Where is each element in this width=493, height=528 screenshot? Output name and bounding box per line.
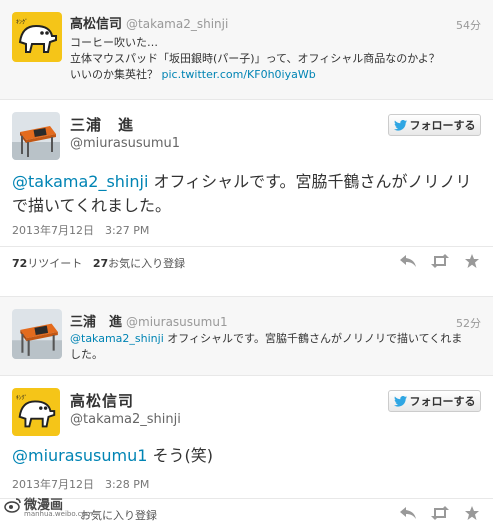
tweet-a-line-3: いいのか集英社？ pic.twitter.com/KF0h0iyaWb	[70, 67, 453, 83]
follow-button-label: フォローする	[409, 119, 476, 132]
tweet-b-actions	[399, 253, 481, 268]
tweet-a-pic-link[interactable]: pic.twitter.com/KF0h0iyaWb	[162, 68, 316, 81]
svg-text:ｷﾝｸﾞ: ｷﾝｸﾞ	[16, 19, 28, 26]
svg-text:ｷﾝｸﾞ: ｷﾝｸﾞ	[16, 395, 28, 402]
favorite-icon[interactable]	[463, 253, 481, 268]
avatar-takama2[interactable]: ｷﾝｸﾞ	[12, 12, 62, 62]
tweet-b-stats: 72リツイート 27お気に入り登録	[0, 246, 493, 282]
tweet-a-handle[interactable]: @takama2_shinji	[126, 17, 228, 31]
favorite-label: お気に入り登録	[108, 257, 186, 270]
watermark-url: manhua.weibo.com	[24, 510, 93, 518]
weibo-icon	[4, 496, 22, 514]
avatar-miurasusumu1[interactable]	[12, 112, 60, 160]
avatar-takama2-large[interactable]: ｷﾝｸﾞ	[12, 388, 60, 436]
tweet-d-text: @miurasusumu1 そう(笑)	[12, 444, 479, 468]
tweet-b-date[interactable]: 2013年7月12日 3:27 PM	[12, 222, 149, 238]
twitter-bird-icon	[393, 119, 407, 131]
tweet-a-line-3-text: いいのか集英社？	[70, 68, 158, 81]
tweet-c-time[interactable]: 52分	[456, 315, 481, 331]
tweet-a-time[interactable]: 54分	[456, 17, 481, 33]
retweet-icon[interactable]	[431, 253, 449, 268]
tweet-b-counts: 72リツイート 27お気に入り登録	[12, 255, 185, 271]
retweet-icon[interactable]	[431, 505, 449, 520]
tweet-c-name[interactable]: 三浦 進	[70, 315, 122, 330]
retweet-label: リツイート	[27, 257, 83, 270]
favorite-icon[interactable]	[463, 505, 481, 520]
tweet-takama2-compact: ｷﾝｸﾞ 高松信司 @takama2_shinji 54分 コーヒー吹いた… 立体…	[0, 0, 493, 100]
reply-icon[interactable]	[399, 253, 417, 267]
follow-button-takama2[interactable]: フォローする	[388, 390, 481, 412]
tweet-c-mention[interactable]: @takama2_shinji	[70, 332, 164, 345]
tweet-b-handle[interactable]: @miurasusumu1	[70, 136, 180, 151]
twitter-bird-icon	[393, 395, 407, 407]
tweet-b-mention[interactable]: @takama2_shinji	[12, 172, 148, 191]
tweet-c-handle[interactable]: @miurasusumu1	[126, 315, 228, 329]
tweet-a-line-2: 立体マウスパッド「坂田銀時(パー子)」って、オフィシャル商品なのかよ？	[70, 52, 440, 65]
tweet-d-actions	[399, 505, 481, 520]
tweet-b-name[interactable]: 三浦 進	[70, 114, 134, 135]
tweet-c-header: 三浦 進 @miurasusumu1	[70, 311, 228, 330]
avatar-miurasusumu1-small[interactable]	[12, 309, 62, 359]
follow-button-label: フォローする	[409, 395, 476, 408]
follow-button-miurasusumu1[interactable]: フォローする	[388, 114, 481, 136]
tweet-a-header: 高松信司 @takama2_shinji	[70, 13, 228, 32]
tweet-a-line-1: コーヒー吹いた…	[70, 36, 158, 49]
favorite-count[interactable]: 27	[93, 257, 108, 270]
tweet-miurasusumu1-compact: 三浦 進 @miurasusumu1 52分 @takama2_shinji オフ…	[0, 296, 493, 376]
tweet-a-name[interactable]: 高松信司	[70, 17, 122, 32]
section-gap	[0, 282, 493, 296]
tweet-miurasusumu1-expanded: 三浦 進 @miurasusumu1 フォローする @takama2_shinj…	[0, 100, 493, 282]
tweet-d-handle[interactable]: @takama2_shinji	[70, 412, 181, 427]
tweet-d-date[interactable]: 2013年7月12日 3:28 PM	[12, 476, 149, 492]
retweet-count[interactable]: 72	[12, 257, 27, 270]
tweet-d-mention[interactable]: @miurasusumu1	[12, 446, 147, 465]
reply-icon[interactable]	[399, 505, 417, 519]
tweet-d-body: そう(笑)	[147, 446, 214, 465]
tweet-d-name[interactable]: 高松信司	[70, 390, 134, 411]
weibo-manhua-watermark: 微漫画 manhua.weibo.com	[4, 494, 93, 524]
tweet-a-text: コーヒー吹いた… 立体マウスパッド「坂田銀時(パー子)」って、オフィシャル商品な…	[70, 35, 453, 83]
tweet-b-text: @takama2_shinji オフィシャルです。宮脇千鶴さんがノリノリで描いて…	[12, 170, 479, 218]
tweet-c-text: @takama2_shinji オフィシャルです。宮脇千鶴さんがノリノリで描いて…	[70, 331, 463, 363]
